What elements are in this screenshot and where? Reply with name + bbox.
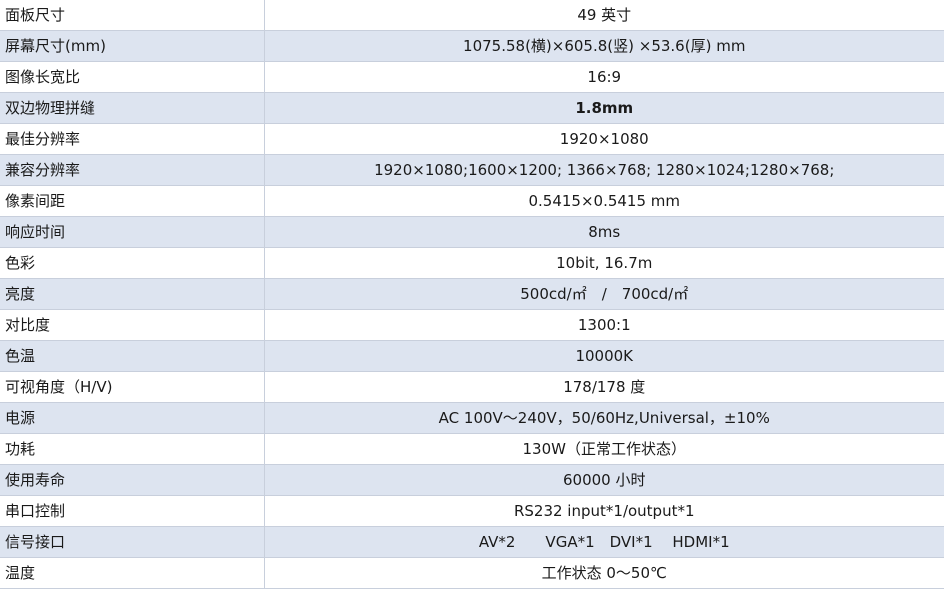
row-label-contrast: 对比度: [0, 309, 265, 341]
table-row: 亮度 500cd/㎡ / 700cd/㎡: [0, 278, 944, 310]
row-value-best-resolution: 1920×1080: [264, 123, 944, 155]
row-value-brightness: 500cd/㎡ / 700cd/㎡: [264, 278, 944, 310]
table-row: 图像长宽比 16:9: [0, 61, 944, 93]
row-label-bezel-gap: 双边物理拼缝: [0, 92, 265, 124]
row-value-temperature: 工作状态 0～50℃: [264, 557, 944, 589]
table-row: 色温 10000K: [0, 340, 944, 372]
table-row: 响应时间 8ms: [0, 216, 944, 248]
row-label-best-resolution: 最佳分辨率: [0, 123, 265, 155]
row-label-response-time: 响应时间: [0, 216, 265, 248]
table-row: 屏幕尺寸(mm) 1075.58(横)×605.8(竖) ×53.6(厚) mm: [0, 30, 944, 62]
row-value-aspect-ratio: 16:9: [264, 61, 944, 93]
row-value-compatible-resolution: 1920×1080;1600×1200; 1366×768; 1280×1024…: [264, 154, 944, 186]
table-row: 像素间距 0.5415×0.5415 mm: [0, 185, 944, 217]
row-label-screen-size: 屏幕尺寸(mm): [0, 30, 265, 62]
row-label-color: 色彩: [0, 247, 265, 279]
row-value-panel-size: 49 英寸: [264, 0, 944, 31]
row-label-temperature: 温度: [0, 557, 265, 589]
table-row: 温度 工作状态 0～50℃: [0, 557, 944, 589]
row-label-viewing-angle: 可视角度（H/V): [0, 371, 265, 403]
spec-table: 面板尺寸 49 英寸 屏幕尺寸(mm) 1075.58(横)×605.8(竖) …: [0, 0, 944, 589]
row-value-consumption: 130W（正常工作状态）: [264, 433, 944, 465]
table-row: 串口控制 RS232 input*1/output*1: [0, 495, 944, 527]
table-row: 电源 AC 100V～240V，50/60Hz,Universal，±10%: [0, 402, 944, 434]
table-row: 双边物理拼缝 1.8mm: [0, 92, 944, 124]
row-label-color-temp: 色温: [0, 340, 265, 372]
table-row: 最佳分辨率 1920×1080: [0, 123, 944, 155]
row-label-panel-size: 面板尺寸: [0, 0, 265, 31]
table-row: 对比度 1300:1: [0, 309, 944, 341]
row-label-signal-interface: 信号接口: [0, 526, 265, 558]
row-label-brightness: 亮度: [0, 278, 265, 310]
row-value-color: 10bit, 16.7m: [264, 247, 944, 279]
row-value-contrast: 1300:1: [264, 309, 944, 341]
row-label-compatible-resolution: 兼容分辨率: [0, 154, 265, 186]
row-value-screen-size: 1075.58(横)×605.8(竖) ×53.6(厚) mm: [264, 30, 944, 62]
table-row: 可视角度（H/V) 178/178 度: [0, 371, 944, 403]
row-value-lifetime: 60000 小时: [264, 464, 944, 496]
row-value-color-temp: 10000K: [264, 340, 944, 372]
table-row: 面板尺寸 49 英寸: [0, 0, 944, 31]
table-row: 功耗 130W（正常工作状态）: [0, 433, 944, 465]
row-value-viewing-angle: 178/178 度: [264, 371, 944, 403]
row-label-serial-control: 串口控制: [0, 495, 265, 527]
table-row: 兼容分辨率 1920×1080;1600×1200; 1366×768; 128…: [0, 154, 944, 186]
row-value-power: AC 100V～240V，50/60Hz,Universal，±10%: [264, 402, 944, 434]
row-label-consumption: 功耗: [0, 433, 265, 465]
row-value-response-time: 8ms: [264, 216, 944, 248]
row-label-power: 电源: [0, 402, 265, 434]
table-row: 色彩 10bit, 16.7m: [0, 247, 944, 279]
table-row: 使用寿命 60000 小时: [0, 464, 944, 496]
row-value-signal-interface: AV*2 VGA*1 DVI*1 HDMI*1: [264, 526, 944, 558]
row-label-pixel-pitch: 像素间距: [0, 185, 265, 217]
row-value-pixel-pitch: 0.5415×0.5415 mm: [264, 185, 944, 217]
row-value-serial-control: RS232 input*1/output*1: [264, 495, 944, 527]
row-label-aspect-ratio: 图像长宽比: [0, 61, 265, 93]
table-row: 信号接口 AV*2 VGA*1 DVI*1 HDMI*1: [0, 526, 944, 558]
row-label-lifetime: 使用寿命: [0, 464, 265, 496]
row-value-bezel-gap: 1.8mm: [264, 92, 944, 124]
